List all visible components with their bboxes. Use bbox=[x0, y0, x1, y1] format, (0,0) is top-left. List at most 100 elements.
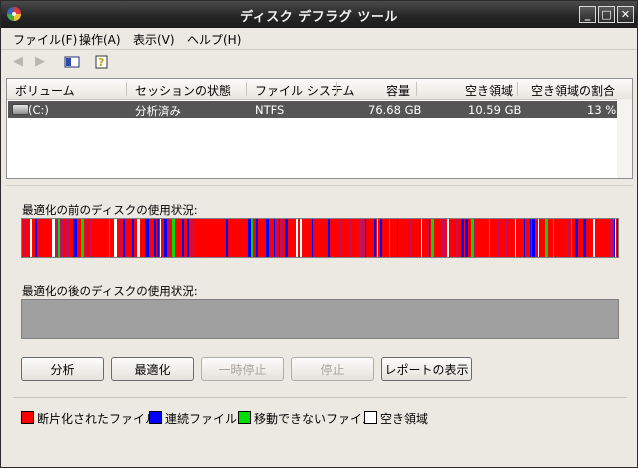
menu-file[interactable]: ファイル(F) bbox=[13, 31, 77, 48]
map-stripe bbox=[191, 219, 193, 257]
view-report-button[interactable]: レポートの表示 bbox=[381, 357, 472, 381]
map-stripe bbox=[421, 219, 422, 257]
map-stripe bbox=[248, 219, 251, 257]
forward-arrow-icon[interactable]: ▶ bbox=[31, 53, 49, 71]
before-usage-label: 最適化の前のディスクの使用状況: bbox=[22, 203, 198, 217]
maximize-button[interactable]: □ bbox=[598, 6, 615, 23]
map-stripe bbox=[188, 219, 189, 257]
map-stripe bbox=[35, 219, 37, 257]
after-usage-label: 最適化の後のディスクの使用状況: bbox=[22, 284, 198, 298]
map-stripe bbox=[593, 219, 595, 257]
map-stripe bbox=[114, 219, 117, 257]
column-header-filesystem[interactable]: ファイル システム bbox=[255, 82, 354, 99]
toolbar: ◀ ▶ ? bbox=[1, 50, 637, 74]
map-stripe bbox=[148, 219, 149, 257]
map-stripe bbox=[68, 219, 70, 257]
map-stripe bbox=[266, 219, 269, 257]
map-stripe bbox=[164, 219, 165, 257]
map-stripe bbox=[109, 219, 110, 257]
legend-swatch bbox=[21, 411, 34, 424]
hard-drive-icon bbox=[12, 104, 29, 115]
map-stripe bbox=[90, 219, 92, 257]
svg-text:?: ? bbox=[98, 56, 104, 69]
column-separator[interactable] bbox=[517, 82, 518, 96]
map-stripe bbox=[515, 219, 516, 257]
map-stripe bbox=[328, 219, 330, 257]
column-separator[interactable] bbox=[246, 82, 247, 96]
menu-action[interactable]: 操作(A) bbox=[79, 31, 121, 48]
map-stripe bbox=[428, 219, 429, 257]
menu-view[interactable]: 表示(V) bbox=[133, 31, 175, 48]
map-stripe bbox=[374, 219, 376, 257]
map-stripe bbox=[132, 219, 134, 257]
map-stripe bbox=[538, 219, 539, 257]
title-bar[interactable]: ディスク デフラグ ツール _ □ ✕ bbox=[1, 1, 637, 28]
menu-bar: ファイル(F) 操作(A) 表示(V) ヘルプ(H) bbox=[1, 28, 637, 50]
map-stripe bbox=[276, 219, 277, 257]
analyze-button[interactable]: 分析 bbox=[21, 357, 104, 381]
map-stripe bbox=[280, 219, 283, 257]
close-button[interactable]: ✕ bbox=[617, 6, 634, 23]
fragmentation-map bbox=[22, 219, 618, 257]
map-stripe bbox=[365, 219, 366, 257]
map-stripe bbox=[432, 219, 434, 257]
map-stripe bbox=[30, 219, 32, 257]
free-space-percent: 13 % bbox=[587, 103, 617, 117]
column-separator[interactable] bbox=[416, 82, 417, 96]
map-stripe bbox=[583, 219, 586, 257]
column-header-free-percent[interactable]: 空き領域の割合 bbox=[531, 82, 615, 99]
map-stripe bbox=[274, 219, 275, 257]
map-stripe bbox=[256, 219, 258, 257]
column-header-free[interactable]: 空き領域 bbox=[465, 82, 513, 99]
column-header-capacity[interactable]: 容量 bbox=[386, 82, 410, 99]
back-arrow-icon[interactable]: ◀ bbox=[9, 53, 27, 71]
map-stripe bbox=[172, 219, 175, 257]
map-stripe bbox=[226, 219, 228, 257]
volume-row[interactable]: (C:) 分析済み NTFS 76.68 GB 10.59 GB 13 % bbox=[8, 101, 617, 118]
volume-list-header: ボリューム セッションの状態 ファイル システム 容量 空き領域 空き領域の割合 bbox=[7, 79, 632, 100]
vertical-scrollbar[interactable] bbox=[617, 99, 632, 178]
legend-label: 連続ファイル bbox=[165, 412, 238, 426]
map-stripe bbox=[52, 219, 55, 257]
map-stripe bbox=[571, 219, 572, 257]
map-stripe bbox=[431, 219, 432, 257]
column-header-volume[interactable]: ボリューム bbox=[15, 82, 75, 99]
map-stripe bbox=[154, 219, 156, 257]
map-stripe bbox=[489, 219, 490, 257]
map-stripe bbox=[168, 219, 169, 257]
column-separator[interactable] bbox=[126, 82, 127, 96]
defragment-button[interactable]: 最適化 bbox=[111, 357, 194, 381]
help-icon[interactable]: ? bbox=[93, 53, 111, 71]
map-stripe bbox=[567, 219, 570, 257]
console-tree-icon[interactable] bbox=[63, 53, 81, 71]
map-stripe bbox=[137, 219, 140, 257]
after-usage-map bbox=[21, 299, 619, 339]
legend-swatch bbox=[149, 411, 162, 424]
map-stripe bbox=[524, 219, 525, 257]
map-stripe bbox=[442, 219, 445, 257]
legend-swatch bbox=[238, 411, 251, 424]
map-stripe bbox=[614, 219, 615, 257]
map-stripe bbox=[340, 219, 341, 257]
stop-button[interactable]: 停止 bbox=[291, 357, 374, 381]
menu-help[interactable]: ヘルプ(H) bbox=[187, 31, 241, 48]
window-title: ディスク デフラグ ツール bbox=[240, 10, 398, 25]
map-stripe bbox=[24, 219, 25, 257]
column-separator[interactable] bbox=[336, 82, 337, 96]
pause-button[interactable]: 一時停止 bbox=[201, 357, 284, 381]
map-stripe bbox=[362, 219, 365, 257]
minimize-button[interactable]: _ bbox=[579, 6, 596, 23]
map-stripe bbox=[545, 219, 548, 257]
map-stripe bbox=[359, 219, 362, 257]
capacity: 76.68 GB bbox=[368, 103, 422, 117]
map-stripe bbox=[251, 219, 253, 257]
column-header-status[interactable]: セッションの状態 bbox=[135, 82, 231, 99]
map-stripe bbox=[165, 219, 167, 257]
map-stripe bbox=[319, 219, 320, 257]
map-stripe bbox=[530, 219, 531, 257]
map-stripe bbox=[58, 219, 60, 257]
map-stripe bbox=[509, 219, 510, 257]
map-stripe bbox=[85, 219, 87, 257]
map-stripe bbox=[351, 219, 352, 257]
free-space: 10.59 GB bbox=[468, 103, 522, 117]
